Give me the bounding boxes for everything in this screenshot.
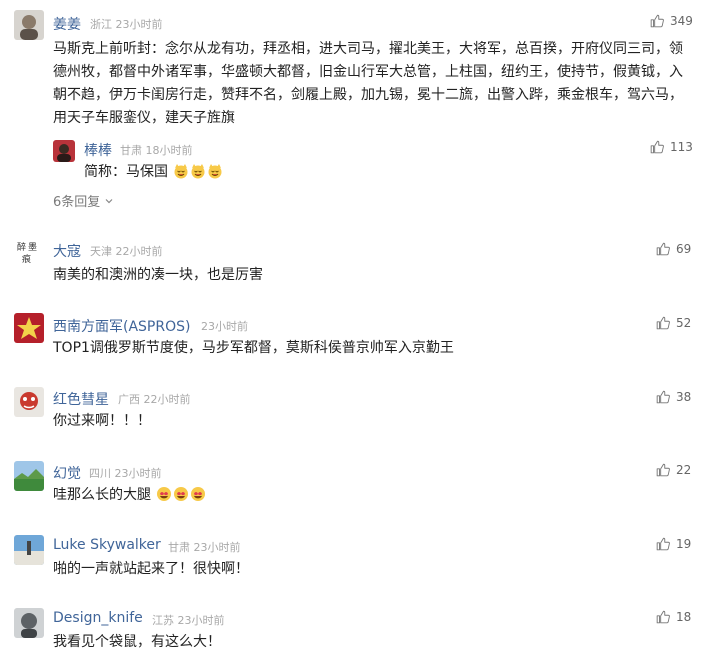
- comment-region: 浙江: [90, 18, 112, 31]
- comment-meta: 四川 23小时前: [89, 465, 162, 481]
- thumbs-up-icon: [656, 242, 670, 256]
- avatar[interactable]: 醉墨痕: [14, 238, 44, 268]
- comment-region: 甘肃: [120, 144, 142, 157]
- reply-text: 简称：马保国: [84, 164, 168, 180]
- like-count: 38: [676, 390, 692, 404]
- commenter-name[interactable]: 大寇: [53, 241, 81, 261]
- thumbs-up-icon: [650, 140, 664, 154]
- like-count: 22: [676, 463, 692, 477]
- cat-laugh-emoji: [208, 164, 222, 179]
- comment-meta: 浙江 23小时前: [90, 16, 163, 32]
- comment-region: 天津: [90, 245, 112, 258]
- comment-text-content: 哇那么长的大腿: [53, 487, 151, 503]
- like-count: 69: [676, 242, 692, 256]
- comment-time: 23小时前: [114, 467, 162, 480]
- comment-text: 你过来啊！！！: [53, 413, 151, 429]
- comment-text: 简称：马保国: [84, 161, 223, 184]
- comment-text: 啪的一声就站起来了！很快啊！: [53, 561, 249, 577]
- avatar[interactable]: [14, 535, 44, 565]
- comment-text: 哇那么长的大腿: [53, 484, 206, 507]
- commenter-name[interactable]: 幻觉: [53, 463, 81, 483]
- thumbs-up-icon: [656, 537, 670, 551]
- heart-eyes-emoji: [191, 487, 206, 501]
- more-replies-label: 6条回复: [53, 195, 101, 210]
- avatar[interactable]: [53, 140, 75, 162]
- like-count: 113: [670, 140, 693, 154]
- comment-region: 广西: [118, 393, 140, 406]
- like-count: 19: [676, 537, 692, 551]
- comment-time: 22小时前: [115, 245, 163, 258]
- comment-time: 23小时前: [201, 320, 248, 333]
- cat-laugh-emoji: [174, 164, 188, 179]
- comment-text: 马斯克上前听封：念尔从龙有功，拜丞相，进大司马，擢北美王，大将军，总百揆，开府仪…: [53, 41, 683, 126]
- comment-meta: 广西 22小时前: [118, 391, 191, 407]
- commenter-name[interactable]: Design_knife: [53, 610, 143, 626]
- thumbs-up-icon: [656, 316, 670, 330]
- avatar[interactable]: [14, 387, 44, 417]
- comment-region: 江苏: [152, 614, 174, 627]
- like-button[interactable]: 113: [650, 140, 693, 154]
- comment-time: 23小时前: [115, 18, 163, 31]
- heart-eyes-emoji: [174, 487, 189, 501]
- thumbs-up-icon: [656, 610, 670, 624]
- like-button[interactable]: 69: [656, 242, 691, 256]
- thumbs-up-icon: [656, 463, 670, 477]
- like-count: 52: [676, 316, 692, 330]
- commenter-name[interactable]: 棒棒: [84, 140, 112, 160]
- svg-text:痕: 痕: [22, 253, 31, 265]
- comment-time: 18小时前: [145, 144, 193, 157]
- heart-eyes-emoji: [157, 487, 172, 501]
- chevron-down-icon: [105, 198, 113, 203]
- comment-time: 23小时前: [177, 614, 225, 627]
- comment-meta: 23小时前: [201, 318, 248, 334]
- commenter-name[interactable]: 姜姜: [53, 14, 81, 34]
- avatar[interactable]: [14, 608, 44, 638]
- comment-time: 23小时前: [193, 541, 241, 554]
- avatar[interactable]: [14, 313, 44, 343]
- comment-meta: 甘肃 18小时前: [120, 142, 193, 158]
- comment-text: 南美的和澳洲的凑一块，也是厉害: [53, 267, 263, 283]
- comment-text: TOP1调俄罗斯节度使，马步军都督，莫斯科侯普京帅军入京勤王: [53, 340, 454, 356]
- svg-text:醉: 醉: [17, 241, 26, 253]
- like-count: 349: [670, 14, 693, 28]
- like-button[interactable]: 18: [656, 610, 691, 624]
- svg-text:墨: 墨: [28, 242, 37, 253]
- more-replies-link[interactable]: 6条回复: [53, 191, 114, 210]
- comment-meta: 甘肃 23小时前: [168, 539, 241, 555]
- thumbs-up-icon: [656, 390, 670, 404]
- thumbs-up-icon: [650, 14, 664, 28]
- comment-text: 我看见个袋鼠，有这么大！: [53, 634, 221, 650]
- comment-region: 四川: [89, 467, 111, 480]
- like-button[interactable]: 52: [656, 316, 691, 330]
- comment-meta: 天津 22小时前: [90, 243, 163, 259]
- commenter-name[interactable]: Luke Skywalker: [53, 537, 161, 553]
- like-button[interactable]: 22: [656, 463, 691, 477]
- comment-time: 22小时前: [143, 393, 191, 406]
- avatar[interactable]: [14, 10, 44, 40]
- like-button[interactable]: 38: [656, 390, 691, 404]
- like-button[interactable]: 349: [650, 14, 693, 28]
- avatar[interactable]: [14, 461, 44, 491]
- like-count: 18: [676, 610, 692, 624]
- like-button[interactable]: 19: [656, 537, 691, 551]
- commenter-name[interactable]: 红色彗星: [53, 389, 109, 409]
- comment-region: 甘肃: [168, 541, 190, 554]
- commenter-name[interactable]: 西南方面军(ASPROS): [53, 316, 190, 336]
- cat-laugh-emoji: [191, 164, 205, 179]
- comment-meta: 江苏 23小时前: [152, 612, 225, 628]
